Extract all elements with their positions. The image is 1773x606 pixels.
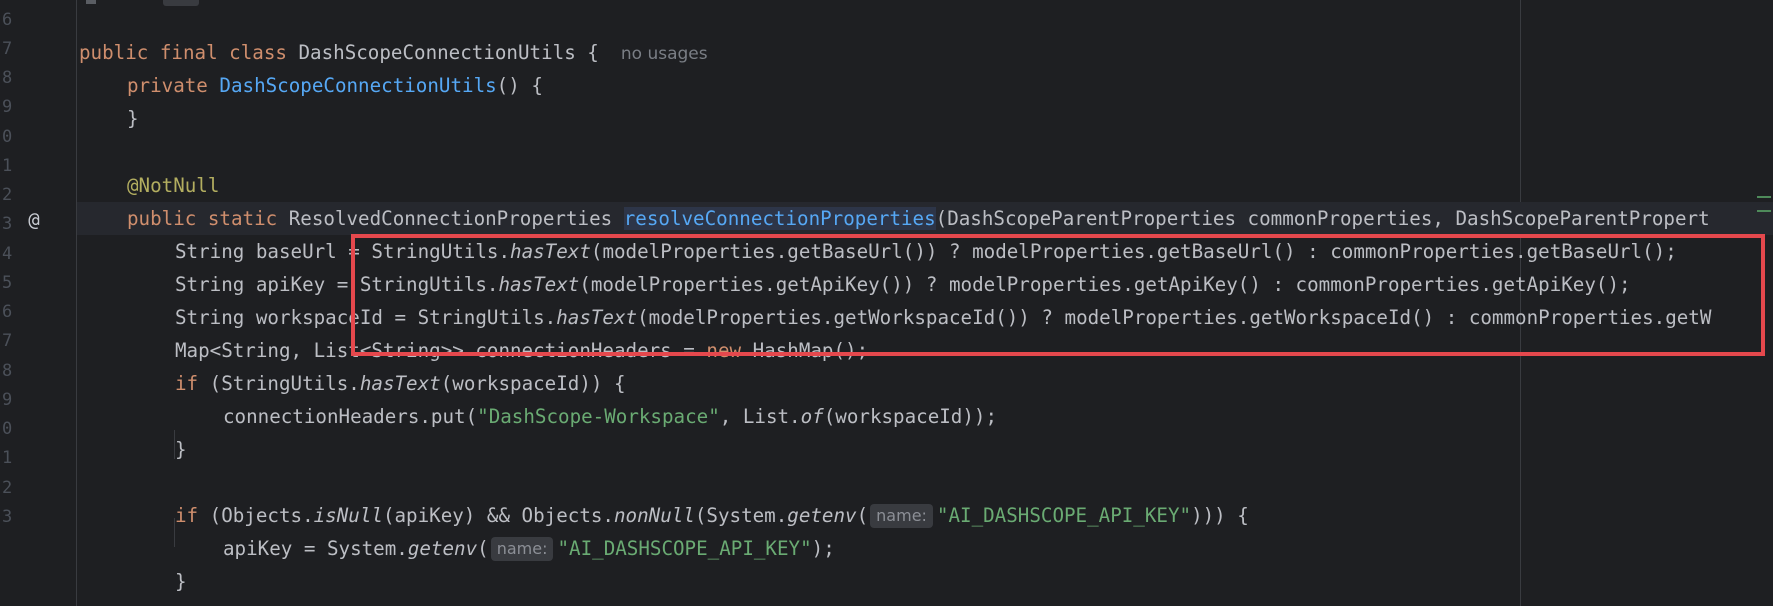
code-text: (modelProperties.getBaseUrl()) ? modelPr…: [590, 240, 1677, 263]
code-text: () {: [496, 74, 543, 97]
string-literal: "AI_DASHSCOPE_API_KEY": [936, 504, 1192, 527]
code-text: String baseUrl = StringUtils.: [175, 240, 511, 263]
code-line[interactable]: String apiKey = StringUtils.hasText(mode…: [77, 268, 1773, 301]
static-method-token: nonNull: [613, 504, 695, 527]
code-line[interactable]: if (Objects.isNull(apiKey) && Objects.no…: [77, 499, 1773, 532]
code-text: connectionHeaders.put(: [223, 405, 478, 428]
code-text: String workspaceId = StringUtils.: [175, 306, 557, 329]
editor-scrollbar-markers[interactable]: [1755, 0, 1773, 606]
code-text: (: [856, 504, 869, 527]
code-text: }: [175, 438, 187, 461]
code-line[interactable]: if (StringUtils.hasText(workspaceId)) {: [77, 367, 1773, 400]
code-text: (workspaceId));: [823, 405, 998, 428]
code-text: (System.: [694, 504, 788, 527]
static-method-token: hasText: [359, 372, 441, 395]
code-text: ))) {: [1191, 504, 1249, 527]
line-number-gutter[interactable]: 6 7 8 9 0 1 2 3 4 5 6 7 8 9 0 1 2 3 @: [0, 0, 77, 606]
keyword-token: if: [175, 504, 210, 527]
string-literal: "DashScope-Workspace": [477, 405, 720, 428]
keyword-token: if: [175, 372, 210, 395]
line-number: 9: [2, 97, 13, 117]
static-method-token: getenv: [787, 504, 857, 527]
code-text: (apiKey) && Objects.: [382, 504, 614, 527]
static-method-token: of: [800, 405, 824, 428]
code-line[interactable]: }: [77, 102, 1773, 135]
static-method-token: hasText: [556, 306, 638, 329]
string-literal: "AI_DASHSCOPE_API_KEY": [557, 537, 812, 560]
code-text: (StringUtils.: [209, 372, 360, 395]
code-text: (modelProperties.getApiKey()) ? modelPro…: [579, 273, 1631, 296]
code-line[interactable]: apiKey = System.getenv(name: "AI_DASHSCOP…: [77, 532, 1773, 565]
line-number: 1: [2, 448, 13, 468]
parameter-name-hint: name:: [490, 537, 554, 561]
code-text: }: [127, 107, 139, 130]
code-line[interactable]: }: [77, 565, 1773, 598]
code-text: (modelProperties.getWorkspaceId()) ? mod…: [637, 306, 1712, 329]
code-line[interactable]: connectionHeaders.put("DashScope-Workspa…: [77, 400, 1773, 433]
code-line[interactable]: String baseUrl = StringUtils.hasText(mod…: [77, 235, 1773, 268]
keyword-token: private: [127, 74, 220, 97]
method-name-token: resolveConnectionProperties: [623, 207, 936, 230]
code-line[interactable]: @NotNull: [77, 169, 1773, 202]
type-token: ResolvedConnectionProperties: [288, 207, 624, 230]
class-name-token: DashScopeConnectionUtils {: [298, 41, 599, 64]
code-text: apiKey = System.: [223, 537, 408, 560]
code-line[interactable]: String workspaceId = StringUtils.hasText…: [77, 301, 1773, 334]
code-text: Map<String, List<String>> connectionHead…: [175, 339, 707, 362]
override-gutter-icon[interactable]: @: [22, 204, 46, 237]
line-number: 3: [2, 214, 13, 234]
code-line[interactable]: public final class DashScopeConnectionUt…: [77, 36, 1773, 69]
code-text: (workspaceId)) {: [440, 372, 626, 395]
code-text: }: [175, 570, 187, 593]
constructor-token: DashScopeConnectionUtils: [219, 74, 497, 97]
usages-hint[interactable]: no usages: [621, 44, 708, 64]
code-text: String apiKey = StringUtils.: [175, 273, 499, 296]
code-line[interactable]: private DashScopeConnectionUtils() {: [77, 69, 1773, 102]
code-text: HashMap();: [752, 339, 869, 362]
static-method-token: getenv: [407, 537, 478, 560]
change-marker[interactable]: [1757, 196, 1771, 198]
line-number: 3: [2, 507, 13, 527]
static-method-token: isNull: [313, 504, 383, 527]
code-text: (Objects.: [209, 504, 314, 527]
static-method-token: hasText: [510, 240, 591, 263]
code-text: , List.: [719, 405, 801, 428]
code-text: (: [477, 537, 489, 560]
parameter-name-hint: name:: [870, 504, 933, 528]
code-line[interactable]: }: [77, 433, 1773, 466]
static-method-token: hasText: [498, 273, 580, 296]
code-line-current[interactable]: public static ResolvedConnectionProperti…: [77, 202, 1773, 235]
keyword-token: public static: [127, 207, 289, 230]
line-number: 7: [2, 331, 13, 351]
code-line[interactable]: Map<String, List<String>> connectionHead…: [77, 334, 1773, 367]
code-text: );: [811, 537, 835, 560]
code-editor[interactable]: 6 7 8 9 0 1 2 3 4 5 6 7 8 9 0 1 2 3 @ pu…: [0, 0, 1773, 606]
code-area[interactable]: public final class DashScopeConnectionUt…: [77, 0, 1773, 606]
keyword-token: new: [706, 339, 753, 362]
keyword-token: public final class: [79, 41, 299, 64]
annotation-token: @NotNull: [127, 174, 220, 197]
code-text: (DashScopeParentProperties commonPropert…: [935, 207, 1710, 230]
change-marker[interactable]: [1757, 210, 1771, 212]
